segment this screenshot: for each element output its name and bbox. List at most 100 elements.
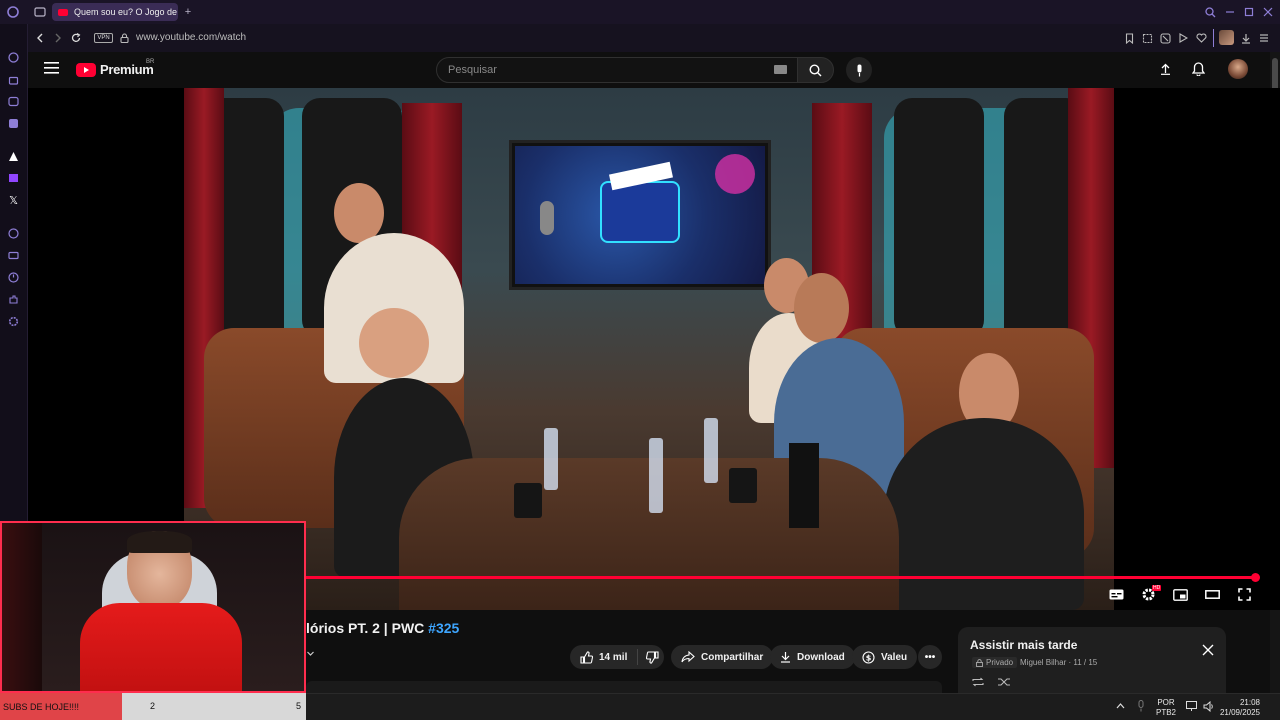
playlist-panel: Assistir mais tarde Privado Miguel Bilha… [958,627,1226,693]
like-count: 14 mil [599,651,628,663]
download-icon[interactable] [1239,31,1253,45]
description-box[interactable] [306,681,942,693]
download-label: Download [797,651,845,663]
youtube-logo-icon [76,62,96,77]
clock-time: 21:08 [1239,698,1260,707]
logo-region: BR [146,59,155,65]
sidebar-player-icon[interactable] [7,227,20,240]
like-divider [637,649,639,665]
url-text[interactable]: www.youtube.com/watch [136,32,246,43]
maximize-icon[interactable] [1242,5,1256,19]
like-dislike-group: 14 mil [570,645,664,669]
video-title-text: lórios PT. 2 | PWC [306,620,429,636]
thanks-icon: $ [862,650,875,664]
profile-avatar[interactable] [1219,30,1234,45]
shuffle-icon[interactable] [997,677,1011,687]
sidebar-apex-icon[interactable] [7,150,20,163]
search-button[interactable] [797,57,834,83]
reload-icon[interactable] [69,31,83,45]
video-hashtag[interactable]: #325 [428,620,459,636]
video-frame [184,88,1114,610]
tab-title: Quem sou eu? O Jogo de [74,7,178,17]
sidebar-history-icon[interactable] [7,271,20,284]
sidebar-aria-icon[interactable] [7,51,20,64]
notifications-bell-icon[interactable] [1192,62,1205,76]
search-placeholder: Pesquisar [448,64,497,76]
video-progress-bar[interactable] [306,576,1255,579]
tab-youtube[interactable]: Quem sou eu? O Jogo de [52,3,178,21]
sidebar-x-icon[interactable]: 𝕏 [7,194,20,207]
fullscreen-icon[interactable] [1236,587,1252,602]
chevron-down-icon[interactable] [306,649,315,658]
sidebar-twitch-icon[interactable] [7,172,20,185]
vpn-badge[interactable]: VPN [94,33,113,43]
player-control-icon[interactable] [1176,31,1190,45]
voice-search-button[interactable] [846,57,872,83]
miniplayer-icon[interactable] [1172,587,1188,602]
svg-text:$: $ [866,653,872,662]
subtitles-icon[interactable] [1108,587,1124,602]
account-avatar[interactable] [1228,59,1248,79]
download-button[interactable]: Download [770,645,855,669]
tray-overflow-icon[interactable] [1116,702,1125,709]
tray-microphone-icon[interactable] [1137,700,1145,712]
guide-menu-icon[interactable] [44,62,59,74]
like-button[interactable]: 14 mil [580,650,628,664]
sidebar-messenger-icon[interactable] [7,95,20,108]
clock-date: 21/09/2025 [1219,708,1260,717]
privacy-badge: Privado [972,657,1018,668]
tab-islands-icon[interactable] [33,5,47,19]
sidebar-settings-icon[interactable] [7,315,20,328]
subs-goal-fill: SUBS DE HOJE!!!! [0,693,122,720]
heart-icon[interactable] [1194,31,1208,45]
snapshot-icon[interactable] [1140,31,1154,45]
search-input[interactable]: Pesquisar [436,57,798,83]
minimize-icon[interactable] [1223,5,1237,19]
share-label: Compartilhar [701,651,764,663]
playlist-owner-progress: Miguel Bilhar · 11 / 15 [1020,658,1098,667]
tv-screen [509,140,771,290]
lock-icon[interactable] [117,31,131,45]
dislike-button[interactable] [644,650,659,664]
thumbs-up-icon [580,650,593,664]
more-actions-button[interactable]: ••• [918,645,942,669]
progress-scrubber[interactable] [1251,573,1260,582]
sidebar-extensions-icon[interactable] [7,293,20,306]
thanks-button[interactable]: $ Valeu [852,645,918,669]
share-button[interactable]: Compartilhar [671,645,774,669]
keyboard-icon[interactable] [774,65,787,74]
clock[interactable]: 21:08 21/09/2025 [1218,698,1260,718]
back-icon[interactable] [33,31,47,45]
sidebar-wallet-icon[interactable] [7,249,20,262]
new-tab-icon[interactable]: + [181,5,195,19]
upload-icon[interactable] [1160,63,1171,75]
youtube-favicon-icon [58,8,68,16]
webcam-overlay [0,521,306,693]
bookmark-icon[interactable] [1122,31,1136,45]
subs-goal-counts: 2 5 [122,693,306,720]
sidebar-bag-icon[interactable] [7,73,20,86]
tray-network-icon[interactable] [1186,701,1198,712]
adblock-icon[interactable] [1158,31,1172,45]
browser-tab-bar: Quem sou eu? O Jogo de + [0,0,1280,24]
easy-setup-icon[interactable] [1257,31,1271,45]
close-window-icon[interactable] [1261,5,1275,19]
video-title: lórios PT. 2 | PWC #325 [306,620,459,636]
subs-goal-label: SUBS DE HOJE!!!! [3,701,80,712]
room-background [2,523,42,691]
youtube-premium-logo[interactable]: Premium [76,62,154,77]
microphone-icon [857,64,861,76]
sidebar-mastodon-icon[interactable] [7,117,20,130]
input-language[interactable]: POR PTB2 [1156,698,1176,718]
streamer-hair [127,531,192,553]
forward-icon[interactable] [51,31,65,45]
thumbs-down-icon [646,650,659,664]
opera-logo-icon[interactable] [6,5,20,19]
close-playlist-icon[interactable] [1202,644,1214,656]
lock-small-icon [976,658,983,667]
theater-mode-icon[interactable] [1204,587,1220,602]
search-tabs-icon[interactable] [1203,5,1217,19]
playlist-title[interactable]: Assistir mais tarde [970,638,1077,652]
loop-icon[interactable] [971,677,985,687]
tray-volume-icon[interactable] [1203,701,1215,712]
